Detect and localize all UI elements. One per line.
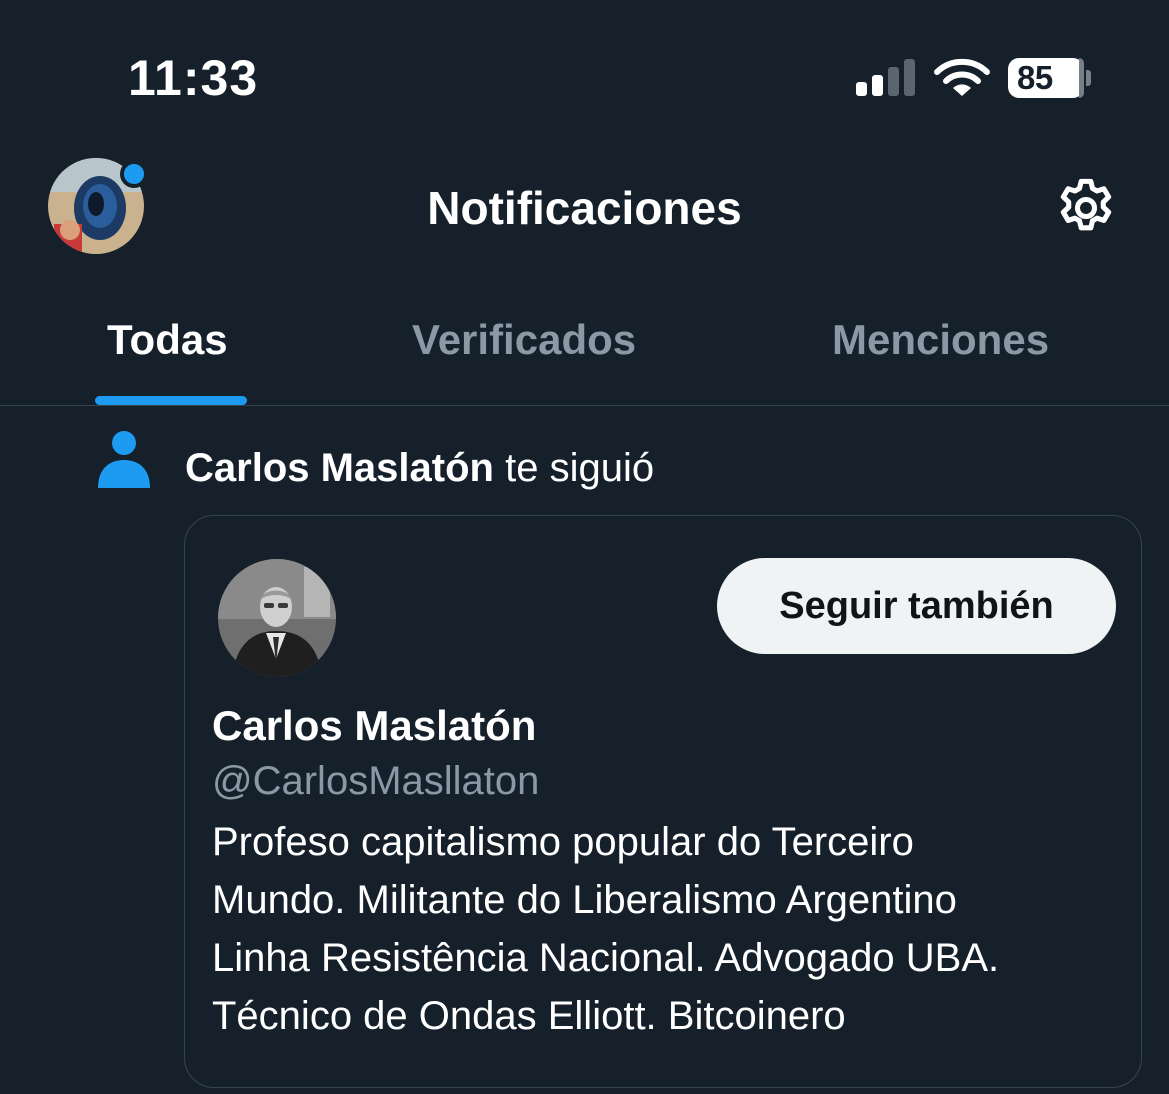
person-icon [98,431,150,488]
gear-icon[interactable] [1052,174,1120,242]
follow-back-button[interactable]: Seguir también [717,558,1116,654]
profile-card[interactable]: Seguir también Carlos Maslatón @CarlosMa… [184,515,1142,1088]
tabs-divider [0,405,1169,406]
battery-indicator: 85 [1008,58,1084,98]
bio-line: Técnico de Ondas Elliott. Bitcoinero [212,994,846,1038]
bio-line: Linha Resistência Nacional. Advogado UBA… [212,936,1000,980]
wifi-icon [934,58,990,96]
tab-menciones[interactable]: Menciones [832,314,1049,366]
profile-name[interactable]: Carlos Maslatón [212,700,536,752]
tab-todas[interactable]: Todas [107,314,228,366]
battery-cap [1086,70,1091,86]
bio-line: Mundo. Militante do Liberalismo Argentin… [212,878,957,922]
status-time: 11:33 [128,50,259,106]
tab-verificados[interactable]: Verificados [412,314,636,366]
page-title: Notificaciones [427,182,742,234]
battery-empty-segment [1079,58,1084,98]
profile-avatar[interactable] [218,559,336,677]
profile-avatar-image [218,559,336,677]
notification-action: te siguió [505,446,655,490]
notification-actor[interactable]: Carlos Maslatón [185,446,494,490]
battery-level: 85 [1017,59,1053,96]
profile-bio: Profeso capitalismo popular do Terceiro … [212,813,1122,1045]
bio-line: Profeso capitalismo popular do Terceiro [212,820,914,864]
cellular-signal-icon [856,59,915,96]
notification-text: Carlos Maslatón te siguió [185,444,654,492]
active-tab-indicator [95,396,247,405]
profile-handle[interactable]: @CarlosMasllaton [212,756,539,806]
